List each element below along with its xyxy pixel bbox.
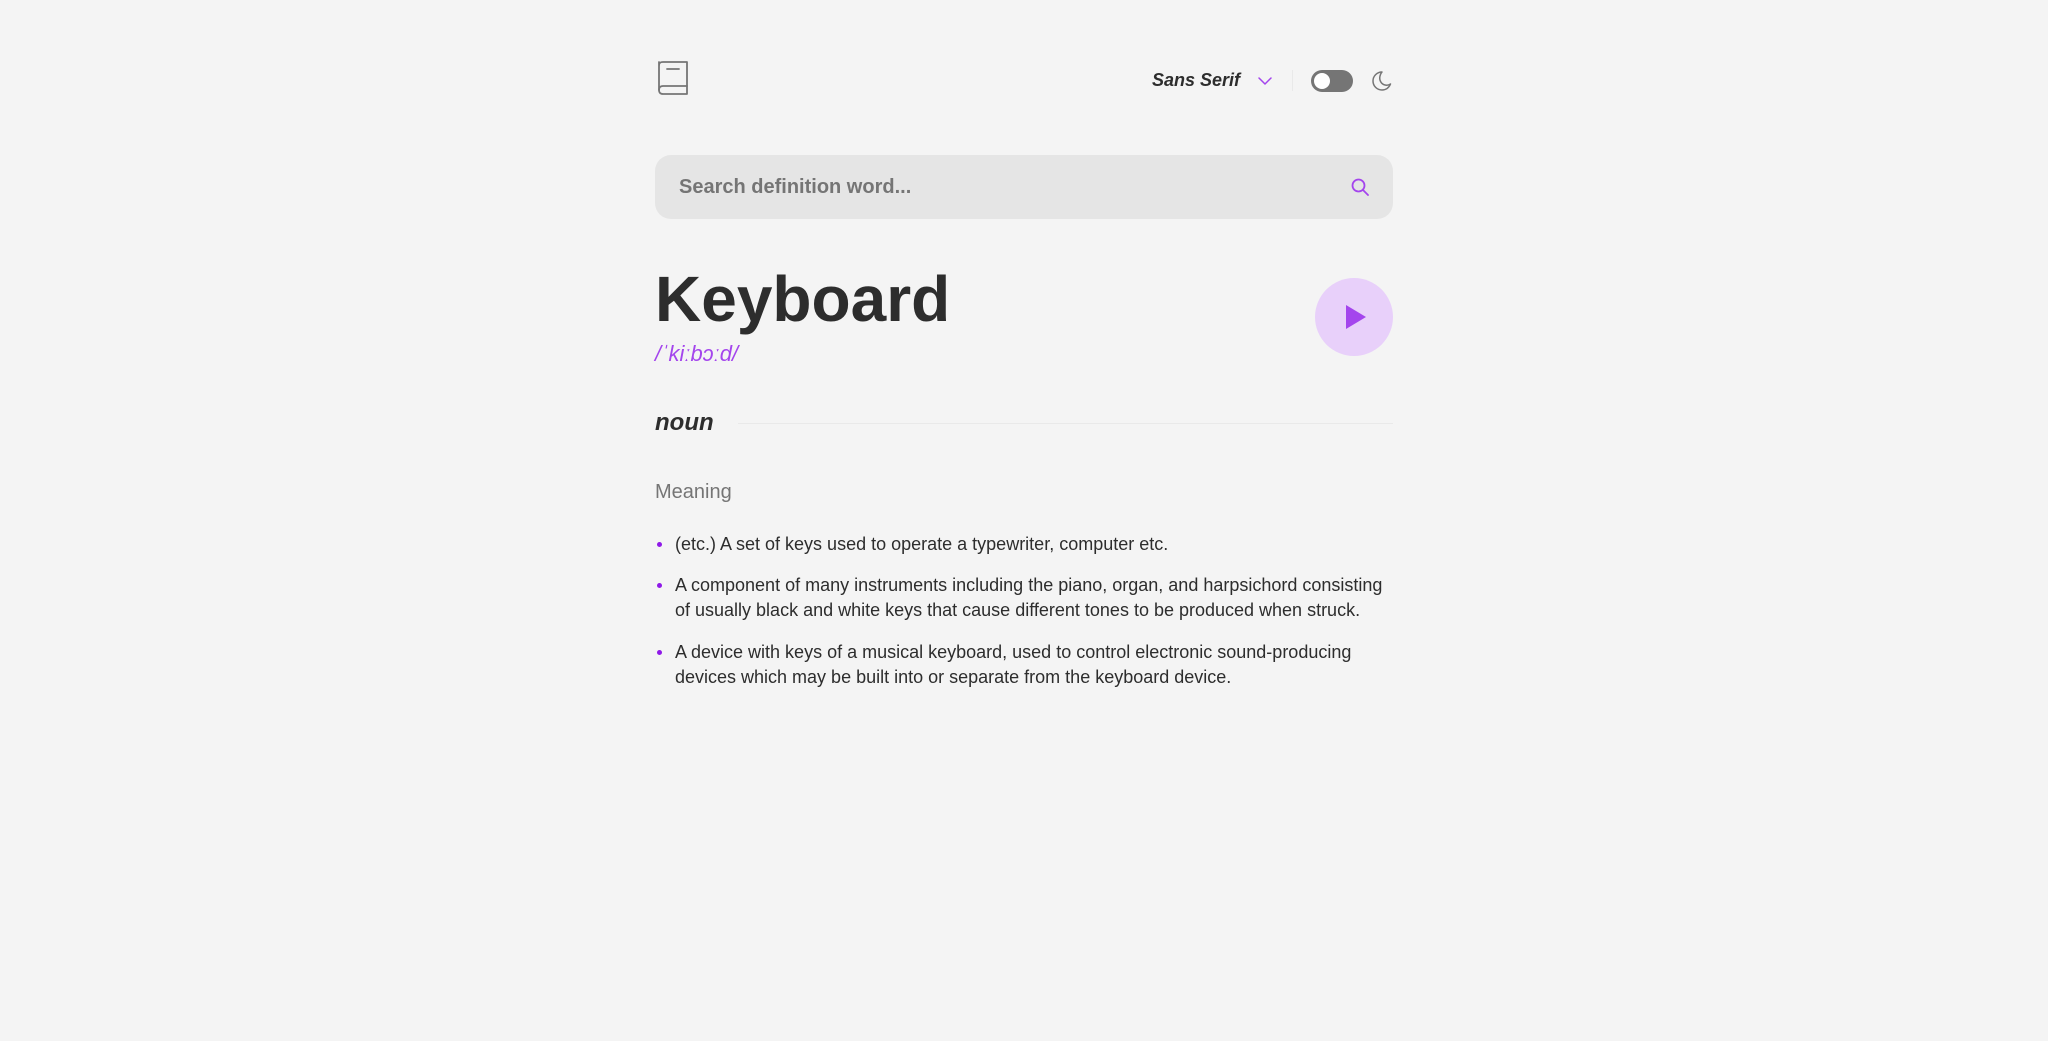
chevron-down-icon (1258, 77, 1272, 85)
logo (655, 58, 691, 103)
search-input[interactable] (679, 176, 1351, 199)
meaning-label: Meaning (655, 481, 1393, 504)
font-selector-label: Sans Serif (1152, 70, 1240, 91)
moon-icon (1371, 70, 1393, 92)
font-selector[interactable]: Sans Serif (1152, 70, 1293, 91)
definitions-list: (etc.) A set of keys used to operate a t… (655, 532, 1393, 690)
theme-toggle[interactable] (1311, 70, 1353, 92)
search-icon[interactable] (1351, 178, 1369, 196)
play-icon (1346, 305, 1366, 329)
word-info: Keyboard /ˈkiːbɔːd/ (655, 267, 950, 367)
part-of-speech: noun (655, 409, 714, 437)
part-of-speech-row: noun (655, 409, 1393, 437)
play-button[interactable] (1315, 278, 1393, 356)
phonetic: /ˈkiːbɔːd/ (655, 341, 950, 367)
definition-item: A device with keys of a musical keyboard… (675, 640, 1393, 690)
word-header: Keyboard /ˈkiːbɔːd/ (655, 267, 1393, 367)
header-controls: Sans Serif (1152, 70, 1393, 92)
definition-item: A component of many instruments includin… (675, 573, 1393, 623)
definition-item: (etc.) A set of keys used to operate a t… (675, 532, 1393, 557)
word-title: Keyboard (655, 267, 950, 331)
divider (738, 423, 1393, 424)
search-bar[interactable] (655, 155, 1393, 219)
header: Sans Serif (655, 58, 1393, 103)
